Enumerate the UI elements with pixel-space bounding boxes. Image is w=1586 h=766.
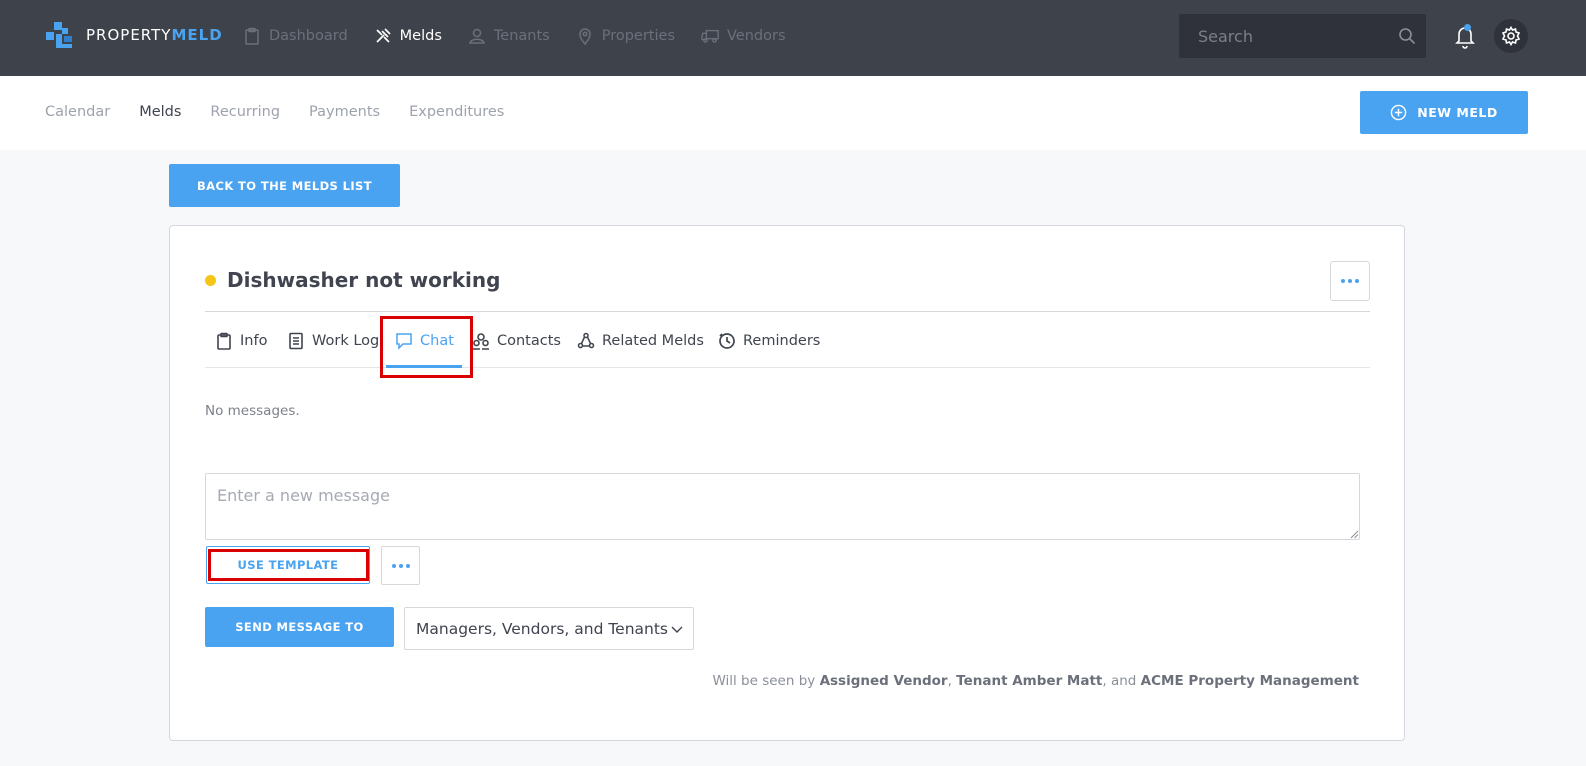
subnav-melds[interactable]: Melds <box>139 104 181 120</box>
search-icon[interactable] <box>1398 27 1416 45</box>
contacts-icon <box>473 333 489 350</box>
message-options-button[interactable] <box>381 546 420 585</box>
tab-chat-label: Chat <box>420 333 454 349</box>
new-meld-label: NEW MELD <box>1417 105 1498 120</box>
clock-icon <box>719 333 735 349</box>
tab-reminders[interactable]: Reminders <box>718 332 820 350</box>
use-template-button[interactable]: USE TEMPLATE <box>206 546 370 584</box>
visibility-note: Will be seen by Assigned Vendor, Tenant … <box>712 673 1359 689</box>
chat-bubble-icon <box>396 333 412 350</box>
propertymeld-logo[interactable]: PROPERTYMELD <box>44 20 223 50</box>
visibility-vendor: Assigned Vendor <box>819 673 948 689</box>
secondary-navbar: Calendar Melds Recurring Payments Expend… <box>0 76 1586 150</box>
top-navbar: PROPERTYMELD Dashboard Melds Tenants Pro… <box>0 0 1586 76</box>
main-nav: Dashboard Melds Tenants Properties Vendo… <box>243 24 812 48</box>
ellipsis-icon <box>391 563 410 568</box>
tab-related-melds-label: Related Melds <box>602 333 704 349</box>
tab-info-label: Info <box>240 333 268 349</box>
tab-info[interactable]: Info <box>215 332 267 350</box>
meld-actions-button[interactable] <box>1330 261 1370 301</box>
subnav-expenditures[interactable]: Expenditures <box>409 104 504 120</box>
nav-vendors-label: Vendors <box>727 28 786 44</box>
send-message-button[interactable]: SEND MESSAGE TO <box>205 607 394 647</box>
settings-button[interactable] <box>1494 19 1528 53</box>
visibility-tenant: Tenant Amber Matt <box>956 673 1103 689</box>
user-icon <box>468 28 485 44</box>
tab-contacts-label: Contacts <box>497 333 561 349</box>
subnav-recurring[interactable]: Recurring <box>210 104 280 120</box>
tab-reminders-label: Reminders <box>743 333 821 349</box>
nav-dashboard-label: Dashboard <box>269 28 348 44</box>
status-dot <box>205 275 216 286</box>
meld-tabs: Info Work Log Chat Contacts Related Meld… <box>205 312 1370 368</box>
nav-melds[interactable]: Melds <box>374 27 442 45</box>
recipients-select[interactable]: Managers, Vendors, and Tenants <box>404 607 694 650</box>
tab-contacts[interactable]: Contacts <box>472 332 561 350</box>
subnav-payments[interactable]: Payments <box>309 104 380 120</box>
empty-chat-message: No messages. <box>205 403 300 419</box>
logo-text: PROPERTYMELD <box>86 26 223 44</box>
tab-chat[interactable]: Chat <box>395 332 454 350</box>
related-icon <box>577 332 595 349</box>
tab-work-log-label: Work Log <box>312 333 380 349</box>
nav-tenants-label: Tenants <box>493 28 550 44</box>
back-to-melds-button[interactable]: BACK TO THE MELDS LIST <box>169 164 400 207</box>
nav-properties-label: Properties <box>601 28 675 44</box>
document-icon <box>289 332 303 350</box>
meld-title: Dishwasher not working <box>227 268 501 292</box>
active-tab-indicator <box>386 365 462 368</box>
recipients-selected-value: Managers, Vendors, and Tenants <box>416 619 669 638</box>
search-box <box>1179 14 1426 58</box>
visibility-prefix: Will be seen by <box>712 673 820 689</box>
secondary-nav: Calendar Melds Recurring Payments Expend… <box>45 104 533 120</box>
nav-vendors[interactable]: Vendors <box>701 27 786 45</box>
visibility-company: ACME Property Management <box>1140 673 1359 689</box>
new-meld-button[interactable]: NEW MELD <box>1360 91 1528 134</box>
nav-tenants[interactable]: Tenants <box>468 27 550 45</box>
tab-related-melds[interactable]: Related Melds <box>577 332 704 350</box>
tab-work-log[interactable]: Work Log <box>287 332 379 350</box>
tools-icon <box>376 28 391 43</box>
visibility-sep1: , <box>947 673 957 689</box>
nav-dashboard[interactable]: Dashboard <box>243 27 348 45</box>
clipboard-icon <box>245 27 259 45</box>
subnav-calendar[interactable]: Calendar <box>45 104 110 120</box>
gear-icon <box>1501 26 1521 46</box>
nav-melds-label: Melds <box>399 28 442 44</box>
logo-icon <box>46 22 72 48</box>
visibility-sep2: , and <box>1102 673 1141 689</box>
truck-icon <box>701 29 719 43</box>
map-pin-icon <box>578 28 591 45</box>
nav-properties[interactable]: Properties <box>576 27 675 45</box>
plus-circle-icon <box>1390 104 1407 121</box>
message-input[interactable] <box>205 473 1360 540</box>
resize-handle-icon[interactable] <box>1350 530 1359 539</box>
chevron-down-icon <box>671 626 683 633</box>
notification-dot <box>1464 24 1471 31</box>
clipboard-icon <box>217 332 231 350</box>
search-input[interactable] <box>1179 14 1389 58</box>
meld-card: Dishwasher not working Info Work Log Cha… <box>169 225 1405 741</box>
ellipsis-icon <box>1341 279 1359 283</box>
